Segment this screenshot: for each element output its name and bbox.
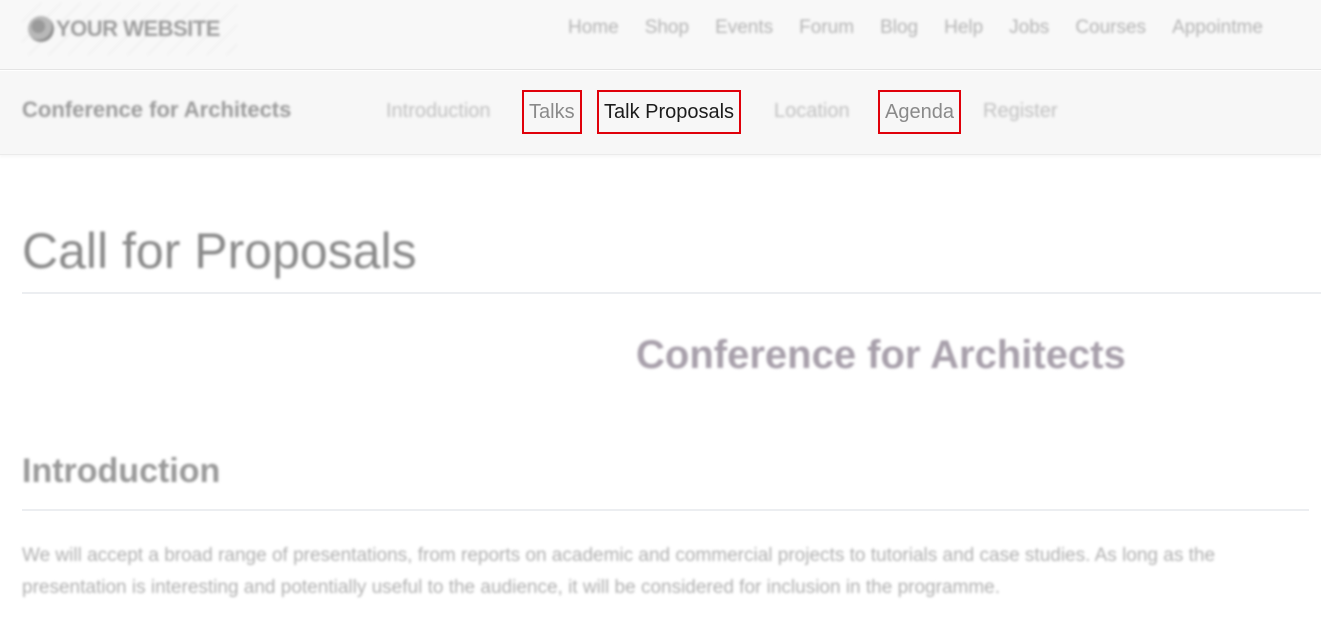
nav-forum[interactable]: Forum <box>799 14 854 42</box>
intro-paragraph: We will accept a broad range of presenta… <box>22 545 1216 598</box>
event-heading: Conference for Architects <box>636 333 1126 377</box>
section-title: Introduction <box>22 452 221 490</box>
event-nav-talk-proposals[interactable]: Talk Proposals <box>597 90 742 134</box>
event-nav-agenda[interactable]: Agenda <box>878 90 961 134</box>
event-nav-title[interactable]: Conference for Architects <box>22 97 291 123</box>
nav-jobs[interactable]: Jobs <box>1009 14 1049 42</box>
nav-courses[interactable]: Courses <box>1075 14 1146 42</box>
page-title: Call for Proposals <box>22 223 417 279</box>
event-nav-register[interactable]: Register <box>983 97 1057 125</box>
divider <box>22 509 1309 511</box>
nav-events[interactable]: Events <box>715 14 773 42</box>
event-nav: Conference for Architects Introduction T… <box>0 71 1321 155</box>
nav-appointments[interactable]: Appointme <box>1172 14 1263 42</box>
event-nav-location[interactable]: Location <box>774 97 850 125</box>
nav-home[interactable]: Home <box>568 14 619 42</box>
divider <box>22 292 1321 294</box>
site-header: YOUR WEBSITE Home Shop Events Forum Blog… <box>0 0 1321 70</box>
site-logo[interactable]: YOUR WEBSITE <box>22 3 237 55</box>
main-nav: Home Shop Events Forum Blog Help Jobs Co… <box>568 14 1289 42</box>
nav-blog[interactable]: Blog <box>880 14 918 42</box>
globe-icon <box>28 16 54 42</box>
nav-help[interactable]: Help <box>944 14 983 42</box>
event-nav-talks[interactable]: Talks <box>522 90 582 134</box>
event-nav-introduction[interactable]: Introduction <box>386 97 491 125</box>
logo-text: YOUR WEBSITE <box>56 16 220 41</box>
nav-shop[interactable]: Shop <box>645 14 689 42</box>
